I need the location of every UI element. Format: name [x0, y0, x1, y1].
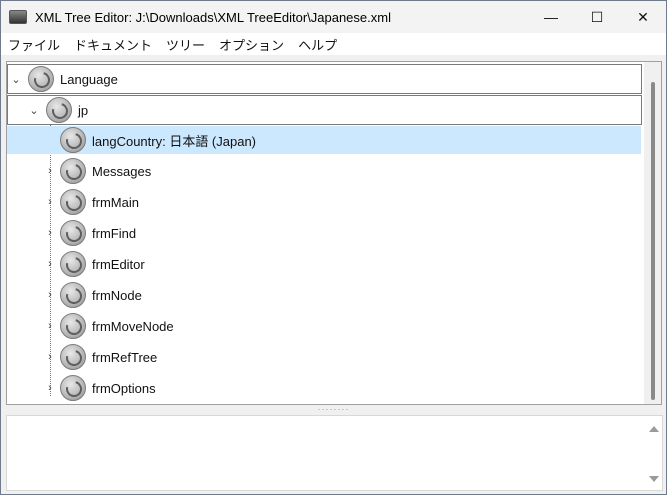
- gear-node-icon: [60, 189, 86, 215]
- gear-node-icon: [28, 66, 54, 92]
- title-bar[interactable]: XML Tree Editor: J:\Downloads\XML TreeEd…: [1, 1, 666, 33]
- chevron-right-icon[interactable]: ›: [44, 382, 56, 394]
- tree-node-label: Messages: [92, 163, 152, 179]
- menu-options[interactable]: オプション: [212, 35, 291, 54]
- gear-node-icon: [60, 313, 86, 339]
- chevron-down-icon[interactable]: ⌄: [28, 104, 40, 117]
- tree-node-label: frmRefTree: [92, 349, 158, 365]
- chevron-down-icon[interactable]: ⌄: [10, 73, 22, 86]
- tree-node-label: frmMain: [92, 194, 139, 210]
- menu-document[interactable]: ドキュメント: [67, 35, 159, 54]
- chevron-right-icon[interactable]: ›: [44, 320, 56, 332]
- tree-node-frmeditor[interactable]: › frmEditor: [7, 250, 641, 278]
- gear-node-icon: [60, 220, 86, 246]
- tree-node-jp[interactable]: ⌄ jp: [7, 95, 642, 125]
- gear-node-icon: [60, 344, 86, 370]
- tree-node-label: frmOptions: [92, 380, 156, 396]
- app-window: XML Tree Editor: J:\Downloads\XML TreeEd…: [0, 0, 667, 495]
- chevron-right-icon[interactable]: ›: [44, 227, 56, 239]
- gear-node-icon: [60, 251, 86, 277]
- tree-node-label: frmNode: [92, 287, 142, 303]
- tree-node-frmreftree[interactable]: › frmRefTree: [7, 343, 641, 371]
- tree-node-frmfind[interactable]: › frmFind: [7, 219, 641, 247]
- tree-node-label: frmEditor: [92, 256, 145, 272]
- node-text-area[interactable]: [6, 415, 663, 491]
- tree-scrollbar-thumb[interactable]: [651, 82, 655, 400]
- tree-node-root[interactable]: ⌄ Language: [7, 64, 642, 94]
- scroll-down-icon[interactable]: [649, 476, 659, 482]
- tree-node-frmoptions[interactable]: › frmOptions: [7, 374, 641, 402]
- splitter-handle[interactable]: ········: [6, 404, 661, 414]
- tree-node-frmnode[interactable]: › frmNode: [7, 281, 641, 309]
- chevron-right-icon[interactable]: ›: [44, 196, 56, 208]
- menu-help[interactable]: ヘルプ: [291, 35, 344, 54]
- window-controls: — ☐ ✕: [528, 1, 666, 33]
- tree-scrollbar[interactable]: [644, 62, 661, 404]
- tree-node-frmmovenode[interactable]: › frmMoveNode: [7, 312, 641, 340]
- tree-node-label: langCountry: 日本語 (Japan): [92, 133, 257, 149]
- maximize-button[interactable]: ☐: [574, 1, 620, 33]
- chevron-right-icon[interactable]: ›: [44, 289, 56, 301]
- text-scrollbar[interactable]: [645, 416, 662, 490]
- gear-node-icon: [60, 375, 86, 401]
- tree-node-frmmain[interactable]: › frmMain: [7, 188, 641, 216]
- close-button[interactable]: ✕: [620, 1, 666, 33]
- menu-tree[interactable]: ツリー: [159, 35, 212, 54]
- tree-node-label: Language: [60, 71, 118, 87]
- chevron-right-icon[interactable]: ›: [44, 351, 56, 363]
- chevron-right-icon[interactable]: ›: [44, 258, 56, 270]
- tree-node-langcountry[interactable]: › langCountry: 日本語 (Japan): [7, 126, 641, 154]
- tree-view[interactable]: ⌄ Language ⌄ jp › langCountry: 日本語 (Japa…: [6, 61, 662, 405]
- tree-node-label: frmMoveNode: [92, 318, 174, 334]
- tree-node-messages[interactable]: › Messages: [7, 157, 641, 185]
- window-title: XML Tree Editor: J:\Downloads\XML TreeEd…: [35, 9, 391, 25]
- tree-node-label: jp: [78, 102, 89, 118]
- gear-node-icon: [46, 97, 72, 123]
- splitter-grip: ········: [317, 404, 350, 414]
- minimize-button[interactable]: —: [528, 1, 574, 33]
- menu-bar: ファイル ドキュメント ツリー オプション ヘルプ: [1, 33, 666, 55]
- app-icon: [9, 10, 27, 24]
- menu-file[interactable]: ファイル: [1, 35, 67, 54]
- chevron-right-icon[interactable]: ›: [44, 165, 56, 177]
- gear-node-icon: [60, 127, 86, 153]
- tree-node-label: frmFind: [92, 225, 137, 241]
- gear-node-icon: [60, 282, 86, 308]
- gear-node-icon: [60, 158, 86, 184]
- scroll-up-icon[interactable]: [649, 426, 659, 432]
